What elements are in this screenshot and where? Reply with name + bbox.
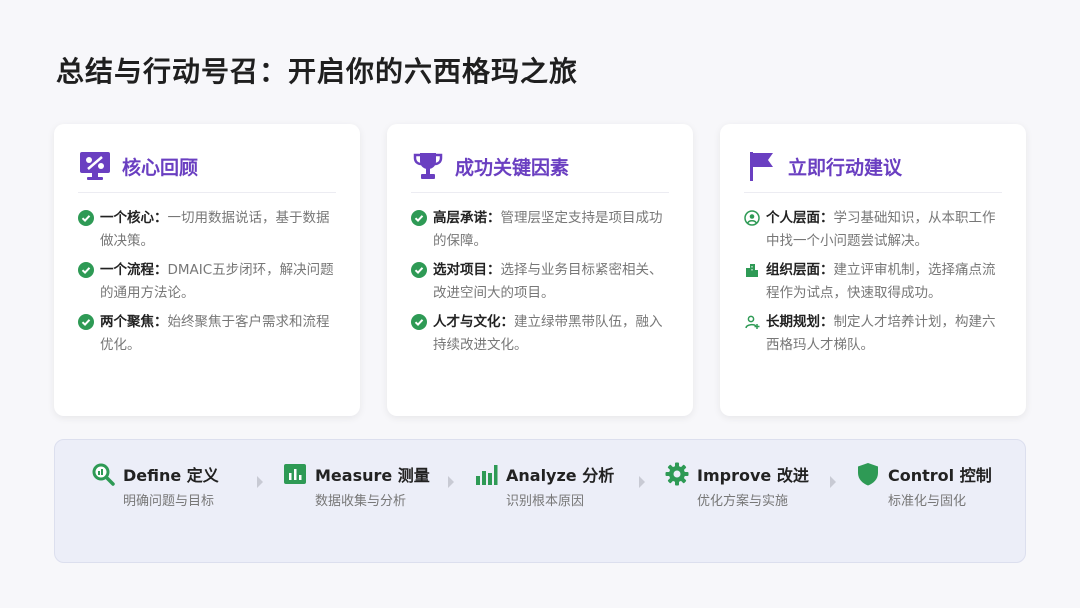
check-circle-icon — [78, 262, 94, 278]
step-name: Measure 测量 — [315, 466, 430, 485]
card-header: 核心回顾 — [78, 146, 336, 193]
column-chart-icon — [476, 465, 498, 485]
chevron-right-icon — [830, 476, 836, 488]
chevron-right-icon — [257, 476, 263, 488]
step-name: Control 控制 — [888, 466, 992, 485]
step-desc: 识别根本原因 — [506, 494, 585, 509]
list-item: 两个聚焦：始终聚焦于客户需求和流程优化。 — [78, 311, 336, 357]
step-define: Define 定义 明确问题与目标 — [91, 462, 219, 509]
step-control: Control 控制 标准化与固化 — [856, 462, 992, 509]
step-name: Define 定义 — [123, 466, 219, 485]
list-item: 长期规划：制定人才培养计划，构建六西格玛人才梯队。 — [744, 311, 1002, 357]
card-title: 成功关键因素 — [455, 156, 570, 179]
check-circle-icon — [411, 314, 427, 330]
step-desc: 优化方案与实施 — [697, 494, 789, 509]
item-heading: 一个流程： — [100, 262, 168, 278]
gear-icon — [665, 462, 689, 486]
card-title: 立即行动建议 — [788, 156, 903, 179]
step-desc: 明确问题与目标 — [123, 494, 215, 509]
card-header: 成功关键因素 — [411, 146, 669, 193]
card-core-review: 核心回顾 一个核心：一切用数据说话，基于数据做决策。 一个流程：DMAIC五步闭… — [54, 124, 360, 416]
check-circle-icon — [411, 262, 427, 278]
item-heading: 一个核心： — [100, 210, 168, 226]
list-item: 一个核心：一切用数据说话，基于数据做决策。 — [78, 207, 336, 253]
item-heading: 长期规划： — [766, 314, 834, 330]
step-desc: 标准化与固化 — [888, 494, 967, 509]
bar-chart-icon — [284, 464, 306, 484]
card-header: 立即行动建议 — [744, 146, 1002, 193]
item-heading: 个人层面： — [766, 210, 834, 226]
trophy-icon — [411, 149, 445, 183]
item-heading: 人才与文化： — [433, 314, 514, 330]
page-title: 总结与行动号召：开启你的六西格玛之旅 — [56, 55, 579, 88]
list-item: 一个流程：DMAIC五步闭环，解决问题的通用方法论。 — [78, 259, 336, 305]
list-item: 组织层面：建立评审机制，选择痛点流程作为试点，快速取得成功。 — [744, 259, 1002, 305]
step-measure: Measure 测量 数据收集与分析 — [283, 462, 430, 509]
item-heading: 高层承诺： — [433, 210, 501, 226]
item-heading: 组织层面： — [766, 262, 834, 278]
item-heading: 选对项目： — [433, 262, 501, 278]
search-chart-icon — [92, 463, 115, 486]
check-circle-icon — [411, 210, 427, 226]
list-item: 选对项目：选择与业务目标紧密相关、改进空间大的项目。 — [411, 259, 669, 305]
step-desc: 数据收集与分析 — [315, 494, 407, 509]
list-item: 高层承诺：管理层坚定支持是项目成功的保障。 — [411, 207, 669, 253]
chevron-right-icon — [448, 476, 454, 488]
check-circle-icon — [78, 210, 94, 226]
building-icon — [746, 264, 758, 277]
step-analyze: Analyze 分析 识别根本原因 — [474, 462, 614, 509]
dmaic-bar: Define 定义 明确问题与目标 Measure 测量 数据收集与分析 Ana… — [54, 439, 1026, 563]
item-heading: 两个聚焦： — [100, 314, 168, 330]
user-plus-icon — [745, 315, 760, 329]
list-item: 个人层面：学习基础知识，从本职工作中找一个小问题尝试解决。 — [744, 207, 1002, 253]
user-circle-icon — [744, 210, 760, 226]
chevron-right-icon — [639, 476, 645, 488]
step-name: Improve 改进 — [697, 466, 809, 485]
check-circle-icon — [78, 314, 94, 330]
card-success-factors: 成功关键因素 高层承诺：管理层坚定支持是项目成功的保障。 选对项目：选择与业务目… — [387, 124, 693, 416]
flag-icon — [744, 149, 778, 183]
step-improve: Improve 改进 优化方案与实施 — [665, 462, 809, 509]
shield-icon — [858, 463, 878, 486]
card-title: 核心回顾 — [122, 156, 199, 179]
dashboard-icon — [78, 149, 112, 183]
card-action-suggestions: 立即行动建议 个人层面：学习基础知识，从本职工作中找一个小问题尝试解决。 组织层… — [720, 124, 1026, 416]
list-item: 人才与文化：建立绿带黑带队伍，融入持续改进文化。 — [411, 311, 669, 357]
step-name: Analyze 分析 — [506, 466, 615, 485]
